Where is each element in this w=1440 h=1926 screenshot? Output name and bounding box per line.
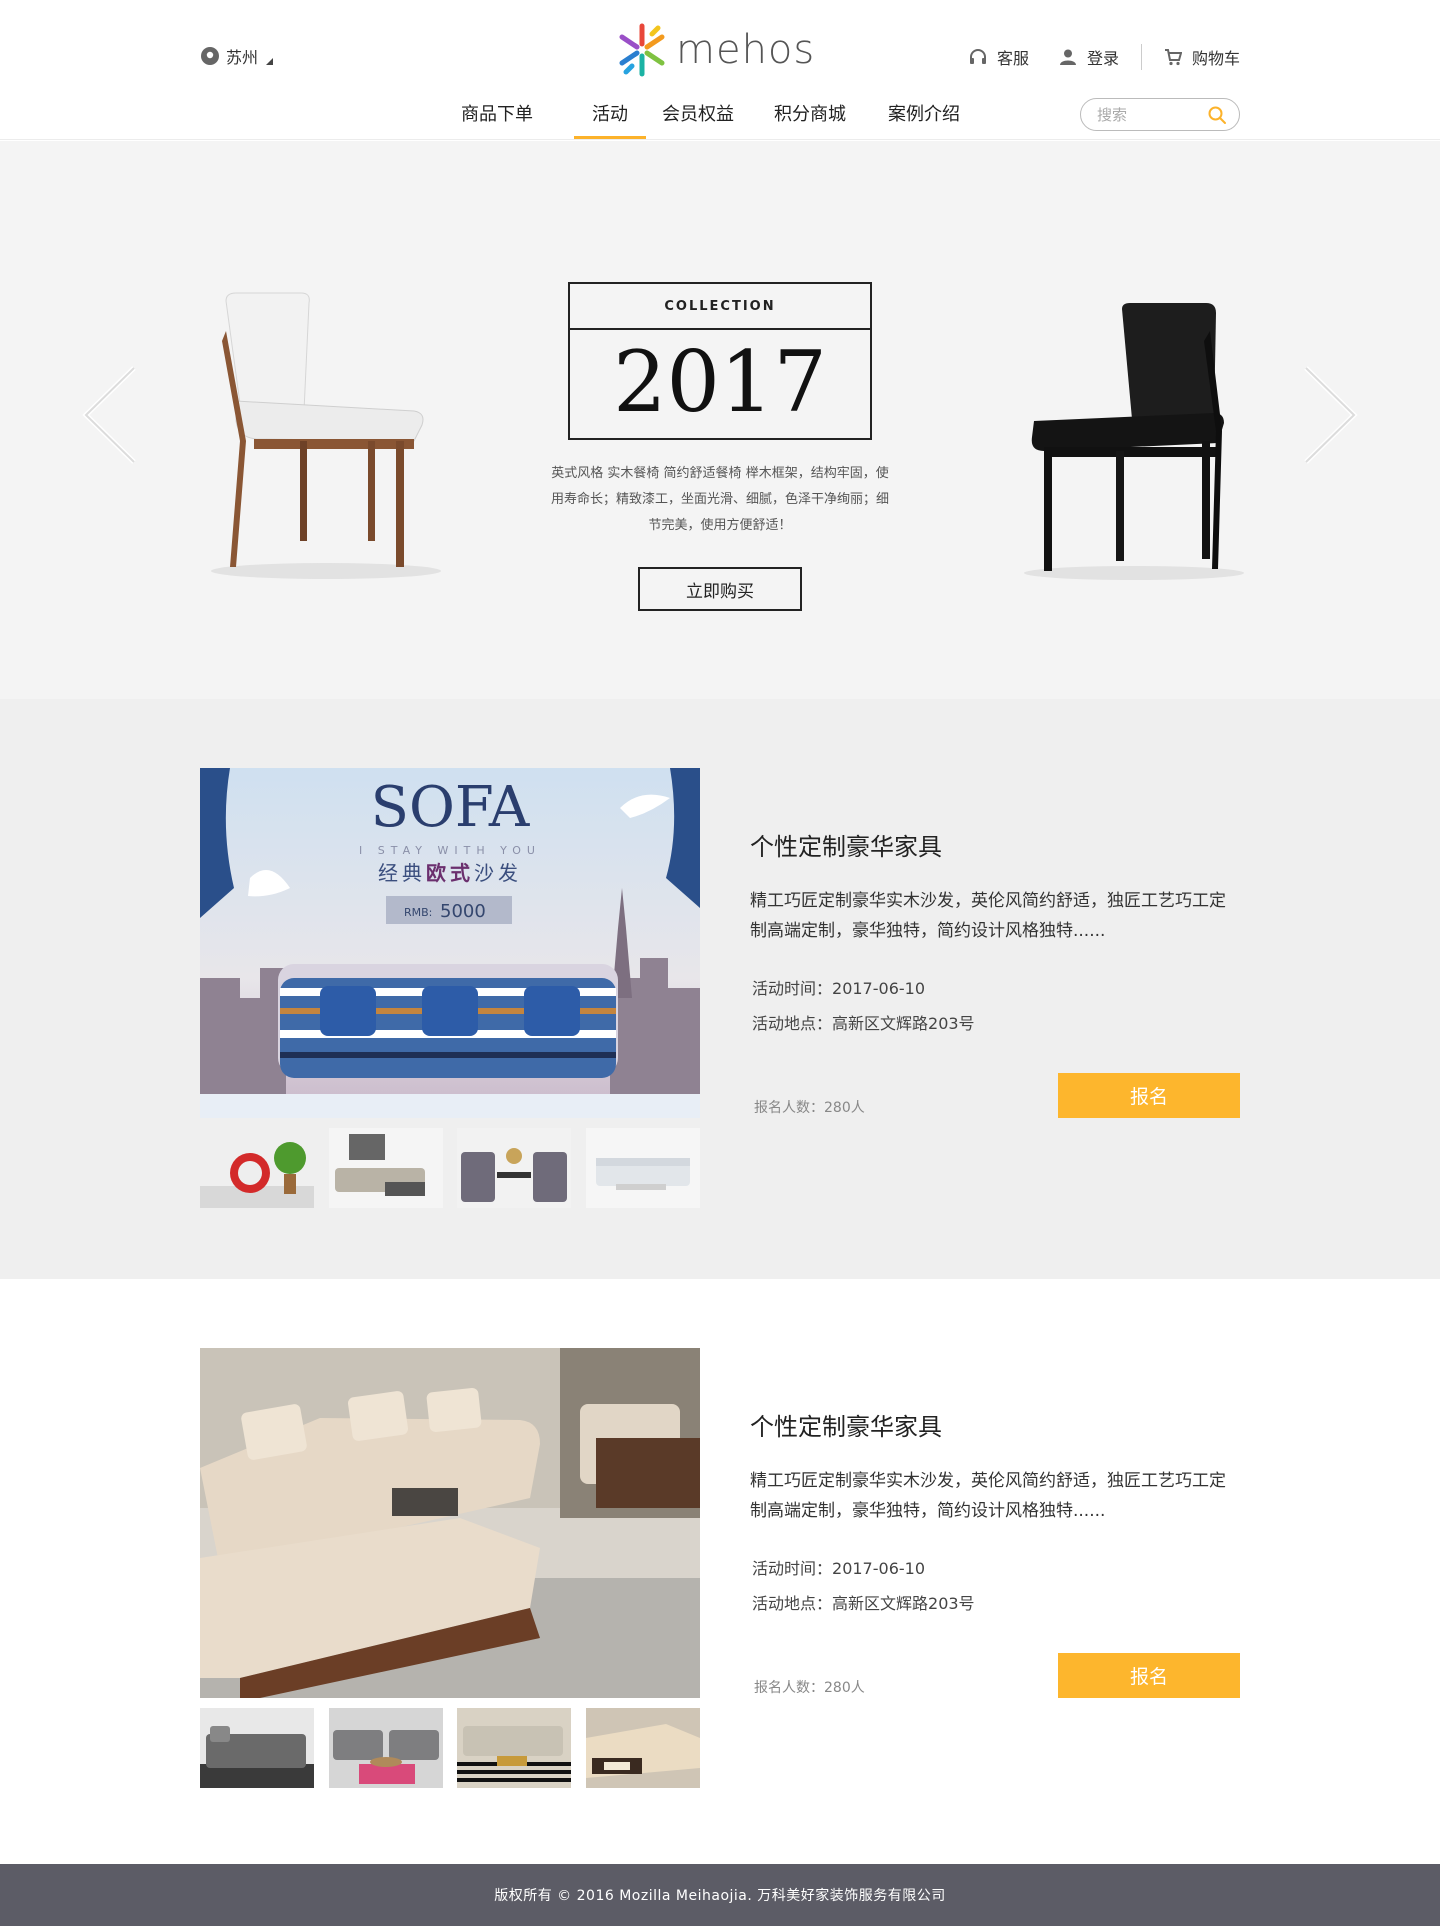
thumbnail[interactable] bbox=[200, 1128, 314, 1208]
tab-order[interactable]: 商品下单 bbox=[461, 100, 533, 136]
site-footer: 版权所有 © 2016 Mozilla Meihaojia. 万科美好家装饰服务… bbox=[0, 1864, 1440, 1926]
event-section-2: 个性定制豪华家具 精工巧匠定制豪华实木沙发，英伦风简约舒适，独匠工艺巧工定制高端… bbox=[0, 1279, 1440, 1864]
search-input[interactable] bbox=[1097, 105, 1207, 124]
search-icon[interactable] bbox=[1207, 105, 1227, 125]
event-2-place: 活动地点：高新区文辉路203号 bbox=[752, 1594, 975, 1613]
cart-icon bbox=[1164, 49, 1182, 66]
banner-title: SOFA bbox=[371, 775, 530, 840]
thumbnail[interactable] bbox=[457, 1708, 572, 1788]
cart-link[interactable]: 购物车 bbox=[1164, 45, 1240, 69]
event-1-time: 活动时间：2017-06-10 bbox=[752, 979, 925, 998]
thumbnail[interactable] bbox=[585, 1708, 700, 1788]
event-2-signup-count: 报名人数：280人 bbox=[754, 1680, 865, 1696]
black-chair-image bbox=[1024, 303, 1244, 580]
logo[interactable]: mehos bbox=[614, 22, 815, 78]
copyright-text: 版权所有 © 2016 Mozilla Meihaojia. 万科美好家装饰服务… bbox=[494, 1888, 946, 1904]
login-link[interactable]: 登录 bbox=[1059, 45, 1119, 69]
hero-description: 英式风格 实木餐椅 简约舒适餐椅 榉木框架，结构牢固，使用寿命长；精致漆工，坐面… bbox=[550, 466, 889, 533]
logo-wordmark: mehos bbox=[676, 27, 816, 73]
thumbnail[interactable] bbox=[200, 1708, 314, 1788]
location-selector[interactable]: 苏州 bbox=[200, 44, 274, 68]
event-1-signup-button[interactable]: 报名 bbox=[1058, 1073, 1240, 1118]
event-1-description: 精工巧匠定制豪华实木沙发，英伦风简约舒适，独匠工艺巧工定制高端定制，豪华独特，简… bbox=[750, 891, 1226, 941]
sofa-banner-image: SOFA I STAY WITH YOU 经典欧式沙发 RMB: 5000 bbox=[200, 768, 700, 1118]
event-section-1: SOFA I STAY WITH YOU 经典欧式沙发 RMB: 5000 个性… bbox=[0, 699, 1440, 1279]
tab-cases[interactable]: 案例介绍 bbox=[888, 100, 960, 136]
event-1-title: 个性定制豪华家具 bbox=[750, 833, 942, 861]
search-box bbox=[1080, 98, 1240, 131]
login-label: 登录 bbox=[1086, 49, 1119, 68]
event-1-thumbnails bbox=[200, 1128, 700, 1208]
event-1-main-image[interactable]: SOFA I STAY WITH YOU 经典欧式沙发 RMB: 5000 bbox=[200, 768, 700, 1118]
event-2-thumbnails bbox=[200, 1708, 700, 1788]
tab-points-mall[interactable]: 积分商城 bbox=[774, 100, 846, 136]
banner-price-label: RMB: bbox=[404, 906, 432, 919]
service-link[interactable]: 客服 bbox=[969, 45, 1029, 69]
sofa-room-image bbox=[200, 1348, 700, 1698]
banner-price: 5000 bbox=[440, 901, 486, 922]
thumbnail[interactable] bbox=[457, 1128, 572, 1208]
banner-subtitle-en: I STAY WITH YOU bbox=[359, 844, 541, 857]
event-2-signup-button[interactable]: 报名 bbox=[1058, 1653, 1240, 1698]
prev-arrow-icon[interactable] bbox=[82, 366, 138, 464]
event-2-time: 活动时间：2017-06-10 bbox=[752, 1559, 925, 1578]
dropdown-corner-icon bbox=[266, 57, 274, 65]
user-icon bbox=[1059, 49, 1076, 65]
event-1-place: 活动地点：高新区文辉路203号 bbox=[752, 1014, 975, 1033]
buy-now-button[interactable]: 立即购买 bbox=[638, 567, 802, 611]
location-label: 苏州 bbox=[226, 48, 259, 67]
collection-label: COLLECTION bbox=[570, 284, 870, 330]
cart-label: 购物车 bbox=[1191, 49, 1240, 68]
event-2-main-image[interactable] bbox=[200, 1348, 700, 1698]
collection-year: 2017 bbox=[613, 333, 827, 431]
event-1-signup-count: 报名人数：280人 bbox=[754, 1100, 865, 1116]
next-arrow-icon[interactable] bbox=[1302, 366, 1358, 464]
site-header: 苏州 mehos 客服 登录 购物车 商品下单 活动 会员权益 积分商城 案例介… bbox=[0, 0, 1440, 140]
thumbnail[interactable] bbox=[585, 1128, 700, 1208]
hero-banner: COLLECTION 2017 英式风格 实木餐椅 简约舒适餐椅 榉木框架，结构… bbox=[0, 141, 1440, 699]
logo-star-icon bbox=[619, 23, 665, 77]
tab-activities[interactable]: 活动 bbox=[574, 100, 646, 139]
top-links: 客服 登录 购物车 bbox=[939, 44, 1240, 70]
thumbnail[interactable] bbox=[328, 1708, 443, 1788]
headset-icon bbox=[969, 49, 986, 64]
white-chair-image bbox=[211, 292, 441, 579]
banner-subtitle-cn: 经典欧式沙发 bbox=[378, 861, 522, 885]
event-2-description: 精工巧匠定制豪华实木沙发，英伦风简约舒适，独匠工艺巧工定制高端定制，豪华独特，简… bbox=[750, 1471, 1226, 1521]
service-label: 客服 bbox=[996, 49, 1029, 68]
collection-box: COLLECTION 2017 bbox=[568, 282, 872, 440]
tab-member-benefits[interactable]: 会员权益 bbox=[662, 100, 734, 136]
location-pin-icon bbox=[201, 47, 219, 65]
divider bbox=[1140, 44, 1142, 70]
event-2-title: 个性定制豪华家具 bbox=[750, 1413, 942, 1441]
thumbnail[interactable] bbox=[328, 1128, 443, 1208]
